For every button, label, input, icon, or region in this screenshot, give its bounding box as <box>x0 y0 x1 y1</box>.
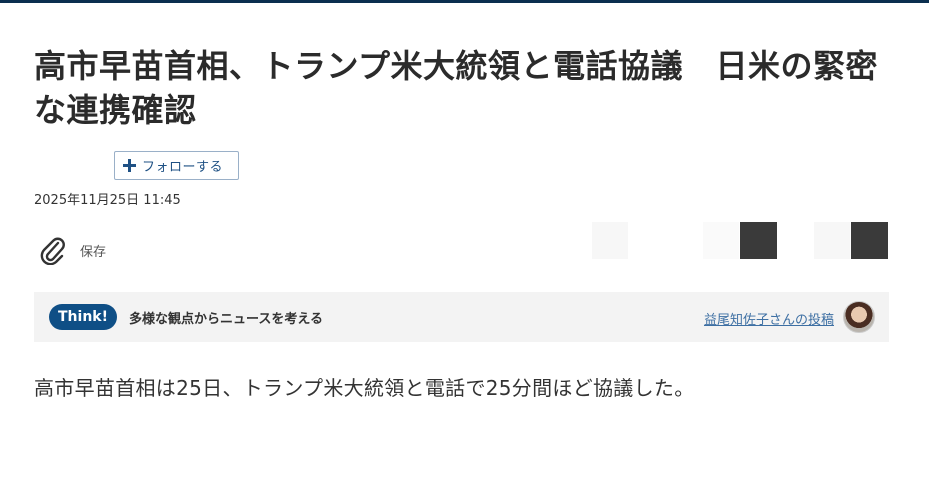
article-headline: 高市早苗首相、トランプ米大統領と電話協議 日米の緊密な連携確認 <box>34 47 879 129</box>
top-bar <box>0 0 929 3</box>
think-description: 多様な観点からニュースを考える <box>129 311 323 327</box>
save-button[interactable]: 保存 <box>40 235 106 265</box>
share-button-3[interactable] <box>740 222 777 259</box>
plus-icon <box>123 159 136 172</box>
avatar[interactable] <box>843 301 875 333</box>
share-button-1[interactable] <box>592 222 628 259</box>
article-timestamp: 2025年11月25日 11:45 <box>34 193 181 208</box>
paperclip-icon <box>40 237 65 265</box>
think-badge: Think! <box>49 304 117 330</box>
follow-button[interactable]: フォローする <box>114 151 239 180</box>
article-lead: 高市早苗首相は25日、トランプ米大統領と電話で25分間ほど協議した。 <box>34 376 695 400</box>
think-bar: Think! 多様な観点からニュースを考える 益尾知佐子さんの投稿 <box>34 292 889 342</box>
share-button-2[interactable] <box>703 222 739 259</box>
save-label: 保存 <box>80 244 107 260</box>
follow-button-label: フォローする <box>142 160 224 175</box>
share-button-4[interactable] <box>814 222 850 259</box>
think-author-link[interactable]: 益尾知佐子さんの投稿 <box>704 309 834 328</box>
share-button-5[interactable] <box>851 222 888 259</box>
